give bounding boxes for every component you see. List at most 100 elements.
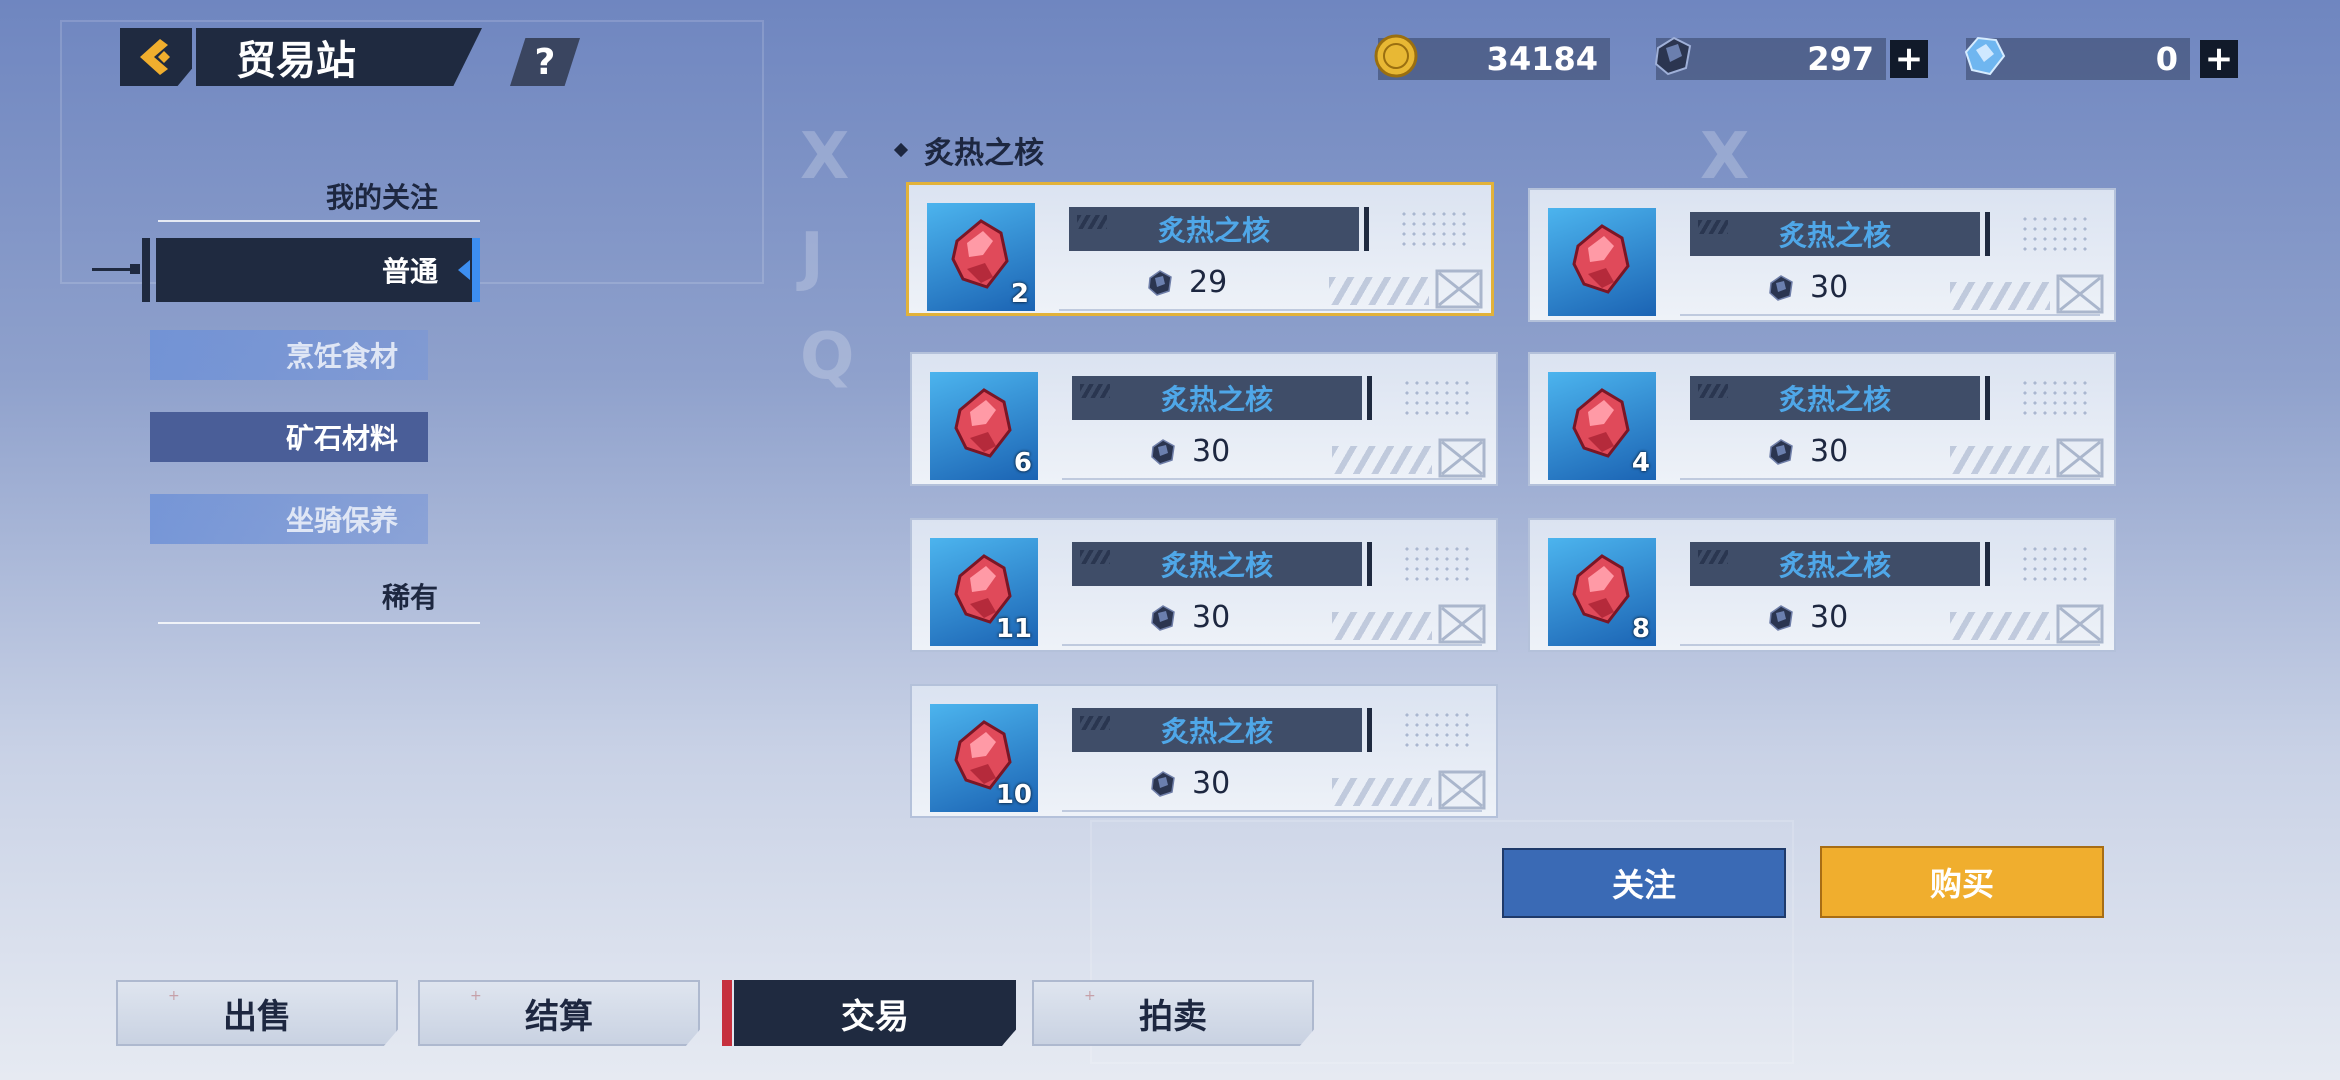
item-quantity: 4: [1631, 448, 1650, 478]
dots-deco: [2020, 378, 2090, 418]
tab-label: 结算: [525, 996, 593, 1037]
item-name-text: 炙热之核: [1160, 715, 1273, 748]
item-icon-box: 10: [930, 704, 1038, 812]
item-quantity: 11: [995, 614, 1032, 644]
item-name-text: 炙热之核: [1157, 214, 1270, 247]
item-price-value: 30: [1192, 600, 1231, 635]
buy-button[interactable]: 购买: [1820, 846, 2104, 918]
gold-currency: 34184: [1374, 34, 1610, 80]
back-button[interactable]: [120, 28, 192, 86]
close-box-icon: [2056, 438, 2104, 478]
item-quantity: 2: [1010, 279, 1029, 309]
divider: [1062, 644, 1482, 646]
item-price-value: 30: [1810, 270, 1849, 305]
stripe-deco: [1080, 550, 1110, 564]
item-name-text: 炙热之核: [1160, 549, 1273, 582]
dark-crystal-icon: [1151, 438, 1175, 465]
item-price: 30: [1766, 600, 1848, 635]
slash-deco: [1332, 446, 1432, 474]
item-card[interactable]: 8 炙热之核 30: [1528, 518, 2116, 652]
item-card[interactable]: 10 炙热之核 30: [910, 684, 1498, 818]
close-box-icon: [1435, 269, 1483, 309]
dark-crystal-icon: [1151, 770, 1175, 797]
favorites-header[interactable]: 我的关注: [160, 176, 480, 216]
red-crystal-icon: [1572, 224, 1630, 294]
category-normal[interactable]: 普通: [156, 238, 480, 302]
tab-auction[interactable]: + 拍卖: [1032, 980, 1314, 1046]
add-blue-crystal-button[interactable]: +: [2200, 39, 2238, 79]
category-bar: [142, 238, 150, 302]
dark-crystal-icon: [1151, 604, 1175, 631]
close-box-icon: [1438, 438, 1486, 478]
item-card[interactable]: 4 炙热之核 30: [1528, 352, 2116, 486]
item-icon-box: 8: [1548, 538, 1656, 646]
stripe-deco: [1698, 220, 1728, 234]
divider: [1680, 478, 2100, 480]
background-glyph: J: [800, 220, 824, 294]
stripe-deco: [1080, 384, 1110, 398]
category-ore[interactable]: 矿石材料: [150, 412, 428, 462]
item-card[interactable]: 6 炙热之核 30: [910, 352, 1498, 486]
item-card[interactable]: 11 炙热之核 30: [910, 518, 1498, 652]
divider: [1680, 644, 2100, 646]
gold-value: 34184: [1486, 40, 1598, 78]
category-label: 烹饪食材: [285, 340, 398, 373]
background-glyph: X: [1700, 120, 1750, 194]
item-price: 29: [1145, 265, 1227, 300]
diamond-icon: [893, 142, 909, 158]
item-card[interactable]: 炙热之核 30: [1528, 188, 2116, 322]
divider: [1680, 314, 2100, 316]
tab-label: 交易: [841, 996, 909, 1037]
follow-button[interactable]: 关注: [1502, 848, 1786, 918]
active-marker: [472, 238, 480, 302]
item-name-text: 炙热之核: [1778, 219, 1891, 252]
background-glyph: Q: [800, 320, 855, 394]
section-title-text: 炙热之核: [924, 136, 1044, 171]
item-price: 30: [1148, 434, 1230, 469]
item-name-text: 炙热之核: [1778, 549, 1891, 582]
tab-trade[interactable]: 交易: [734, 980, 1016, 1046]
item-quantity: 10: [995, 780, 1032, 810]
tab-settlement[interactable]: + 结算: [418, 980, 700, 1046]
item-price-value: 30: [1810, 434, 1849, 469]
stripe-deco: [1698, 384, 1728, 398]
item-name: 炙热之核: [1072, 542, 1372, 586]
dark-crystal-value: 297: [1807, 40, 1874, 78]
active-tab-marker: [722, 980, 732, 1046]
item-name: 炙热之核: [1690, 376, 1990, 420]
item-name: 炙热之核: [1690, 542, 1990, 586]
close-box-icon: [2056, 604, 2104, 644]
rare-header[interactable]: 稀有: [160, 576, 480, 616]
category-label: 普通: [381, 255, 438, 288]
category-label: 坐骑保养: [285, 504, 398, 537]
slash-deco: [1329, 277, 1429, 305]
divider: [158, 622, 480, 624]
category-label: 矿石材料: [285, 422, 398, 455]
tab-label: 出售: [223, 996, 291, 1037]
category-cooking[interactable]: 烹饪食材: [150, 330, 428, 380]
dots-deco: [1402, 544, 1472, 584]
slash-deco: [1950, 612, 2050, 640]
background-glyph: X: [800, 120, 850, 194]
slash-deco: [1332, 778, 1432, 806]
slash-deco: [1950, 282, 2050, 310]
item-name: 炙热之核: [1072, 708, 1372, 752]
stripe-deco: [1698, 550, 1728, 564]
category-connector: [92, 264, 140, 274]
item-icon-box: [1548, 208, 1656, 316]
close-box-icon: [2056, 274, 2104, 314]
divider: [158, 220, 480, 222]
deco-plus: +: [168, 988, 180, 1004]
add-dark-crystal-button[interactable]: +: [1890, 39, 1928, 79]
item-name-text: 炙热之核: [1160, 383, 1273, 416]
item-price-value: 30: [1192, 766, 1231, 801]
item-price-value: 29: [1189, 265, 1228, 300]
dots-deco: [1399, 209, 1469, 249]
tab-sell[interactable]: + 出售: [116, 980, 398, 1046]
dark-crystal-icon: [1148, 269, 1172, 296]
deco-plus: +: [1084, 988, 1096, 1004]
item-card[interactable]: 2 炙热之核 29: [906, 182, 1494, 316]
category-mount[interactable]: 坐骑保养: [150, 494, 428, 544]
close-box-icon: [1438, 770, 1486, 810]
tab-label: 拍卖: [1139, 996, 1207, 1037]
